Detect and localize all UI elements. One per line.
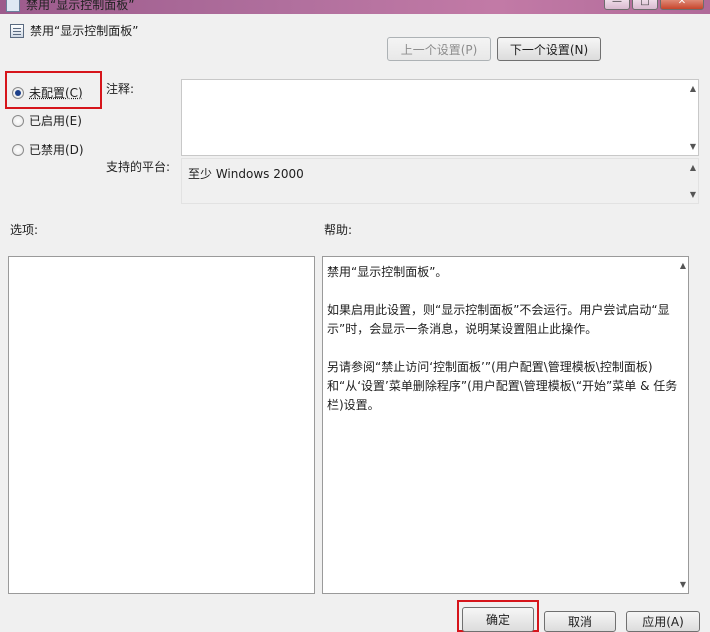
scroll-up-icon[interactable]: ▲ [690,84,696,93]
help-pane[interactable]: 禁用“显示控制面板”。 如果启用此设置，则“显示控制面板”不会运行。用户尝试启动… [322,256,689,594]
scroll-down-icon[interactable]: ▼ [690,142,696,151]
apply-button[interactable]: 应用(A) [626,611,700,632]
platform-label: 支持的平台: [106,160,171,174]
close-button[interactable]: ✕ [660,0,704,10]
maximize-button[interactable]: □ [632,0,658,10]
next-setting-button[interactable]: 下一个设置(N) [497,37,601,61]
radio-enabled[interactable]: 已启用(E) [12,112,82,129]
ok-button[interactable]: 确定 [462,607,534,632]
previous-setting-button[interactable]: 上一个设置(P) [387,37,491,61]
policy-header: 禁用“显示控制面板” [10,22,138,39]
radio-circle-icon [12,143,24,156]
scroll-up-icon[interactable]: ▲ [680,261,686,270]
comment-label: 注释: [106,82,135,96]
help-text: 禁用“显示控制面板”。 如果启用此设置，则“显示控制面板”不会运行。用户尝试启动… [327,263,687,434]
options-label: 选项: [10,223,39,237]
radio-label-enabled: 已启用(E) [29,114,82,128]
scroll-down-icon[interactable]: ▼ [680,580,686,589]
help-label: 帮助: [324,223,353,237]
policy-setting-icon [10,23,24,38]
help-paragraph: 如果启用此设置，则“显示控制面板”不会运行。用户尝试启动“显示”时，会显示一条消… [327,303,670,336]
minimize-button[interactable]: — [604,0,630,10]
scroll-down-icon[interactable]: ▼ [690,190,696,199]
cancel-button[interactable]: 取消 [544,611,616,632]
platform-value: 至少 Windows 2000 [188,167,304,181]
help-paragraph: 禁用“显示控制面板”。 [327,265,448,279]
radio-dot-icon [12,86,24,99]
window-title: 禁用“显示控制面板” [26,0,135,12]
radio-not-configured[interactable]: 未配置(C) [12,84,83,101]
comment-textarea[interactable]: ▲ ▼ [181,79,699,156]
policy-name: 禁用“显示控制面板” [30,24,139,38]
radio-label-not-configured: 未配置(C) [29,86,83,100]
help-paragraph: 另请参阅“禁止访问‘控制面板’”(用户配置\管理模板\控制面板)和“从‘设置’菜… [327,360,678,412]
platform-field: 至少 Windows 2000 ▲ ▼ [181,158,699,204]
radio-disabled[interactable]: 已禁用(D) [12,141,84,158]
title-bar[interactable]: 禁用“显示控制面板” — □ ✕ [0,0,710,14]
window-controls: — □ ✕ [604,0,704,10]
scroll-up-icon[interactable]: ▲ [690,163,696,172]
radio-label-disabled: 已禁用(D) [29,143,84,157]
radio-circle-icon [12,114,24,127]
policy-window-icon [6,0,20,12]
options-pane[interactable] [8,256,315,594]
